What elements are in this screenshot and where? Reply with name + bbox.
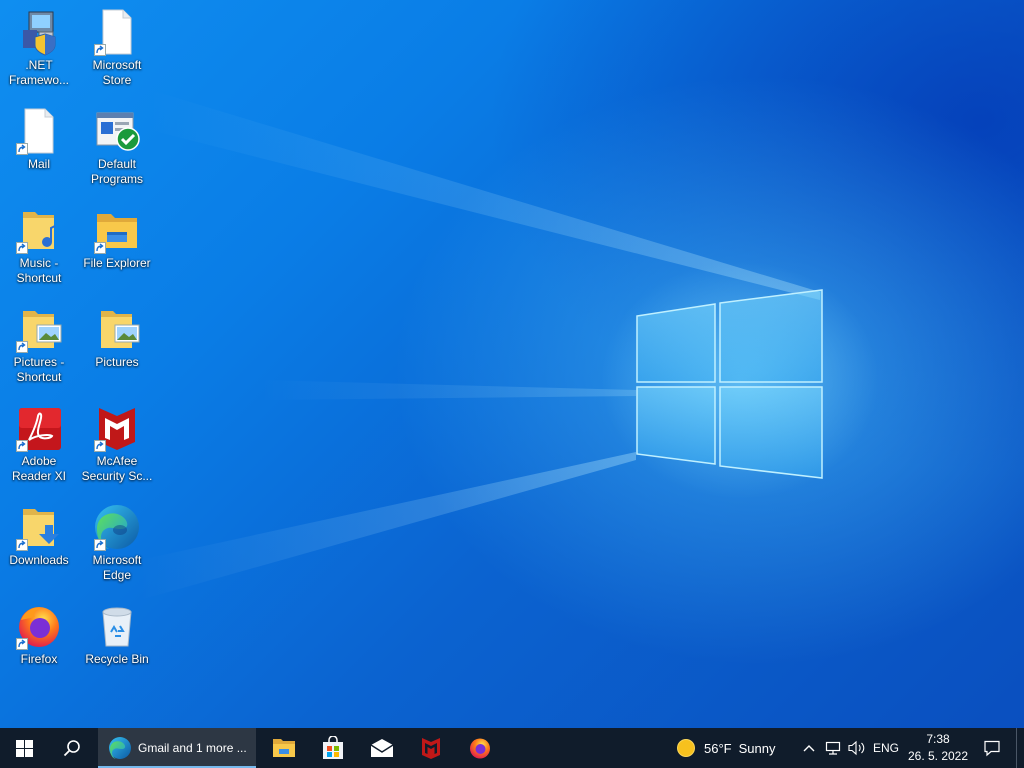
shortcut-arrow-icon (94, 440, 106, 452)
taskbar-app-mcafee[interactable] (407, 728, 455, 768)
desktop-icon-label: .NET Framewo... (8, 58, 69, 87)
desktop-icon-label: Music - Shortcut (16, 256, 62, 285)
taskbar-app-firefox[interactable] (456, 728, 504, 768)
show-hidden-icons-button[interactable] (798, 728, 820, 768)
desktop-icon-adobe-reader[interactable]: Adobe Reader XI (0, 398, 78, 484)
clock-time: 7:38 (926, 732, 950, 746)
desktop-icon-pictures[interactable]: Pictures (78, 299, 156, 370)
action-center-button[interactable] (976, 728, 1008, 768)
desktop-icon-label: File Explorer (83, 256, 151, 270)
desktop-icon-downloads[interactable]: Downloads (0, 497, 78, 568)
network-button[interactable] (822, 728, 844, 768)
dotnet-installer-icon (15, 8, 63, 56)
shortcut-arrow-icon (94, 44, 106, 56)
network-icon (825, 741, 841, 755)
blank-file-icon (15, 107, 63, 155)
desktop-icon-label: Firefox (20, 652, 58, 666)
language-indicator: ENG (872, 741, 899, 755)
store-bag-icon (323, 736, 343, 759)
desktop-icon-label: Microsoft Edge (92, 553, 142, 582)
adobe-reader-icon (15, 404, 63, 452)
pictures-folder-icon (93, 305, 141, 353)
desktop-icon-label: Downloads (9, 553, 69, 567)
shortcut-arrow-icon (16, 440, 28, 452)
pictures-folder-icon (15, 305, 63, 353)
notification-icon (984, 740, 1000, 757)
show-desktop-button[interactable] (1016, 728, 1024, 768)
firefox-icon (470, 738, 490, 759)
shortcut-arrow-icon (16, 143, 28, 155)
desktop-icon-mail[interactable]: Mail (0, 101, 78, 172)
mail-icon (370, 739, 394, 757)
desktop-icon-label: Mail (27, 157, 50, 171)
logo-glow (600, 260, 880, 500)
desktop-icon-label: McAfee Security Sc... (81, 454, 153, 483)
file-explorer-icon (273, 739, 295, 757)
desktop-icon-microsoft-edge[interactable]: Microsoft Edge (78, 497, 156, 583)
taskbar: Gmail and 1 more ... 56°F Sunny ENG 7:38… (0, 728, 1024, 768)
shortcut-arrow-icon (16, 539, 28, 551)
music-folder-icon (15, 206, 63, 254)
taskbar-app-file-explorer[interactable] (260, 728, 308, 768)
blank-file-icon (93, 8, 141, 56)
desktop-icon-pictures-shortcut[interactable]: Pictures - Shortcut (0, 299, 78, 385)
shortcut-arrow-icon (16, 341, 28, 353)
desktop-icon-microsoft-store[interactable]: Microsoft Store (78, 2, 156, 88)
desktop-icon-label: Recycle Bin (85, 652, 149, 666)
clock[interactable]: 7:38 26. 5. 2022 (900, 731, 976, 765)
weather-condition: Sunny (738, 740, 776, 756)
edge-icon (93, 503, 141, 551)
chevron-up-icon (803, 745, 815, 752)
taskbar-window-title: Gmail and 1 more ... (138, 741, 247, 755)
desktop-icon-label: Default Programs (90, 157, 143, 186)
desktop-wallpaper[interactable]: .NET Framewo... Mail Music - Shortcut Pi… (0, 0, 1024, 728)
desktop-icon-mcafee-security-scan[interactable]: McAfee Security Sc... (78, 398, 156, 484)
shortcut-arrow-icon (16, 638, 28, 650)
start-button[interactable] (0, 728, 48, 768)
desktop-icon-dotnet-framework[interactable]: .NET Framewo... (0, 2, 78, 88)
desktop-icon-label: Pictures - Shortcut (13, 355, 65, 384)
mcafee-icon (422, 738, 440, 759)
desktop-icon-label: Adobe Reader XI (11, 454, 67, 483)
desktop-icon-label: Pictures (95, 355, 139, 369)
weather-widget[interactable]: 56°F Sunny (676, 728, 794, 768)
default-programs-icon (93, 107, 141, 155)
file-explorer-icon (93, 206, 141, 254)
desktop-icon-firefox[interactable]: Firefox (0, 596, 78, 667)
desktop-icon-label: Microsoft Store (92, 58, 142, 87)
downloads-folder-icon (15, 503, 63, 551)
edge-icon (109, 737, 131, 759)
shortcut-arrow-icon (94, 539, 106, 551)
desktop-icon-file-explorer[interactable]: File Explorer (78, 200, 156, 271)
shortcut-arrow-icon (94, 242, 106, 254)
desktop-icon-music-shortcut[interactable]: Music - Shortcut (0, 200, 78, 286)
windows-start-icon (15, 739, 33, 757)
clock-date: 26. 5. 2022 (907, 749, 969, 763)
taskbar-app-microsoft-store[interactable] (309, 728, 357, 768)
shortcut-arrow-icon (16, 242, 28, 254)
search-icon (63, 740, 80, 757)
taskbar-app-edge[interactable]: Gmail and 1 more ... (98, 728, 256, 768)
recycle-bin-icon (93, 602, 141, 650)
search-button[interactable] (48, 728, 96, 768)
volume-button[interactable] (846, 728, 868, 768)
firefox-icon (15, 602, 63, 650)
desktop-icon-recycle-bin[interactable]: Recycle Bin (78, 596, 156, 667)
weather-temperature: 56°F (704, 740, 732, 756)
input-language-button[interactable]: ENG (870, 728, 902, 768)
speaker-icon (848, 740, 865, 756)
desktop-icon-default-programs[interactable]: Default Programs (78, 101, 156, 187)
mcafee-icon (93, 404, 141, 452)
taskbar-app-mail[interactable] (358, 728, 406, 768)
sun-icon (677, 739, 695, 757)
